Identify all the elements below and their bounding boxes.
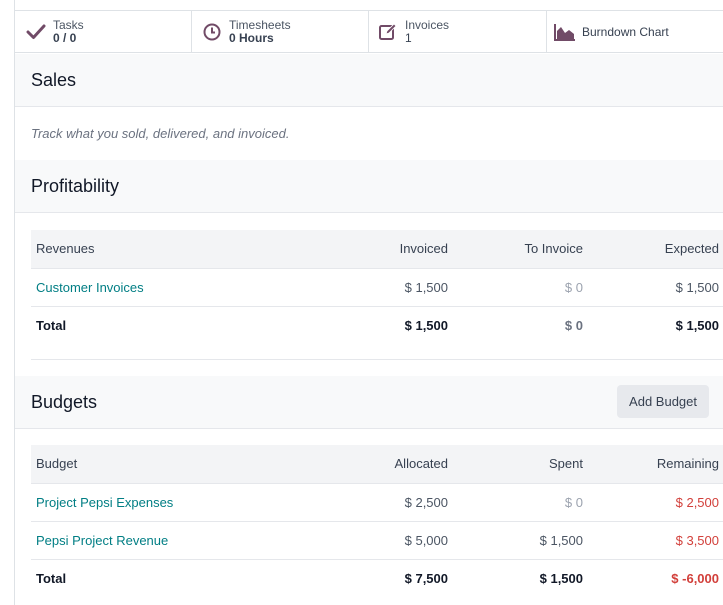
allocated-value: $ 5,000 [296, 521, 454, 560]
profitability-title: Profitability [31, 175, 120, 196]
stat-buttons-bar: Tasks 0 / 0 Timesheets 0 Hours Invoices … [15, 10, 723, 53]
column-header: Invoiced [296, 230, 454, 269]
column-header: Budget [31, 445, 296, 484]
clock-icon [201, 21, 223, 43]
total-label: Total [36, 570, 67, 586]
sales-title: Sales [31, 69, 77, 90]
table-row: Customer Invoices $ 1,500 $ 0 $ 1,500 [31, 268, 723, 307]
column-header: Expected [589, 230, 723, 269]
expected-value: $ 1,500 [589, 268, 723, 307]
column-header: Spent [454, 445, 589, 484]
total-expected: $ 1,500 [675, 317, 719, 333]
column-header: Allocated [296, 445, 454, 484]
table-header-row: Revenues Invoiced To Invoice Expected [31, 230, 723, 269]
budgets-table: Budget Allocated Spent Remaining Project… [31, 445, 723, 597]
tasks-label: Tasks [53, 17, 84, 32]
remaining-value: $ 2,500 [589, 483, 723, 522]
total-allocated: $ 7,500 [404, 570, 448, 586]
burndown-label: Burndown Chart [582, 24, 669, 39]
project-update-panel: Tasks 0 / 0 Timesheets 0 Hours Invoices … [14, 0, 723, 605]
sales-description: Track what you sold, delivered, and invo… [31, 126, 290, 141]
burndown-chart-stat-button[interactable]: Burndown Chart [547, 11, 723, 52]
divider [31, 359, 723, 360]
timesheets-stat-button[interactable]: Timesheets 0 Hours [192, 11, 369, 52]
tasks-stat-button[interactable]: Tasks 0 / 0 [15, 11, 192, 52]
add-budget-button[interactable]: Add Budget [617, 385, 709, 418]
total-invoiced: $ 1,500 [404, 317, 448, 333]
column-header: Revenues [31, 230, 296, 269]
total-row: Total $ 7,500 $ 1,500 $ -6,000 [31, 559, 723, 597]
total-row: Total $ 1,500 $ 0 $ 1,500 [31, 306, 723, 344]
budgets-title: Budgets [31, 391, 98, 412]
allocated-value: $ 2,500 [296, 483, 454, 522]
customer-invoices-link[interactable]: Customer Invoices [31, 268, 296, 307]
total-spent: $ 1,500 [539, 570, 583, 586]
column-header: To Invoice [454, 230, 589, 269]
budget-name-link[interactable]: Project Pepsi Expenses [31, 483, 296, 522]
invoices-value: 1 [405, 30, 412, 45]
profitability-section-header: Profitability [15, 160, 723, 213]
remaining-value: $ 3,500 [589, 521, 723, 560]
check-icon [25, 21, 47, 43]
sales-section-header: Sales [15, 54, 723, 107]
invoices-stat-button[interactable]: Invoices 1 [369, 11, 547, 52]
table-row: Pepsi Project Revenue $ 5,000 $ 1,500 $ … [31, 521, 723, 560]
total-label: Total [36, 317, 67, 333]
column-header: Remaining [589, 445, 723, 484]
invoices-label: Invoices [405, 17, 450, 32]
revenues-table: Revenues Invoiced To Invoice Expected Cu… [31, 230, 723, 344]
invoiced-value: $ 1,500 [296, 268, 454, 307]
total-remaining: $ -6,000 [671, 570, 719, 586]
spent-value: $ 0 [454, 483, 589, 522]
timesheets-value: 0 Hours [229, 30, 274, 45]
tasks-value: 0 / 0 [53, 30, 77, 45]
budget-name-link[interactable]: Pepsi Project Revenue [31, 521, 296, 560]
timesheets-label: Timesheets [229, 17, 291, 32]
spent-value: $ 1,500 [454, 521, 589, 560]
edit-icon [377, 21, 399, 43]
table-row: Project Pepsi Expenses $ 2,500 $ 0 $ 2,5… [31, 483, 723, 522]
total-to-invoice: $ 0 [564, 317, 583, 333]
table-header-row: Budget Allocated Spent Remaining [31, 445, 723, 484]
area-chart-icon [554, 21, 576, 43]
to-invoice-value: $ 0 [454, 268, 589, 307]
